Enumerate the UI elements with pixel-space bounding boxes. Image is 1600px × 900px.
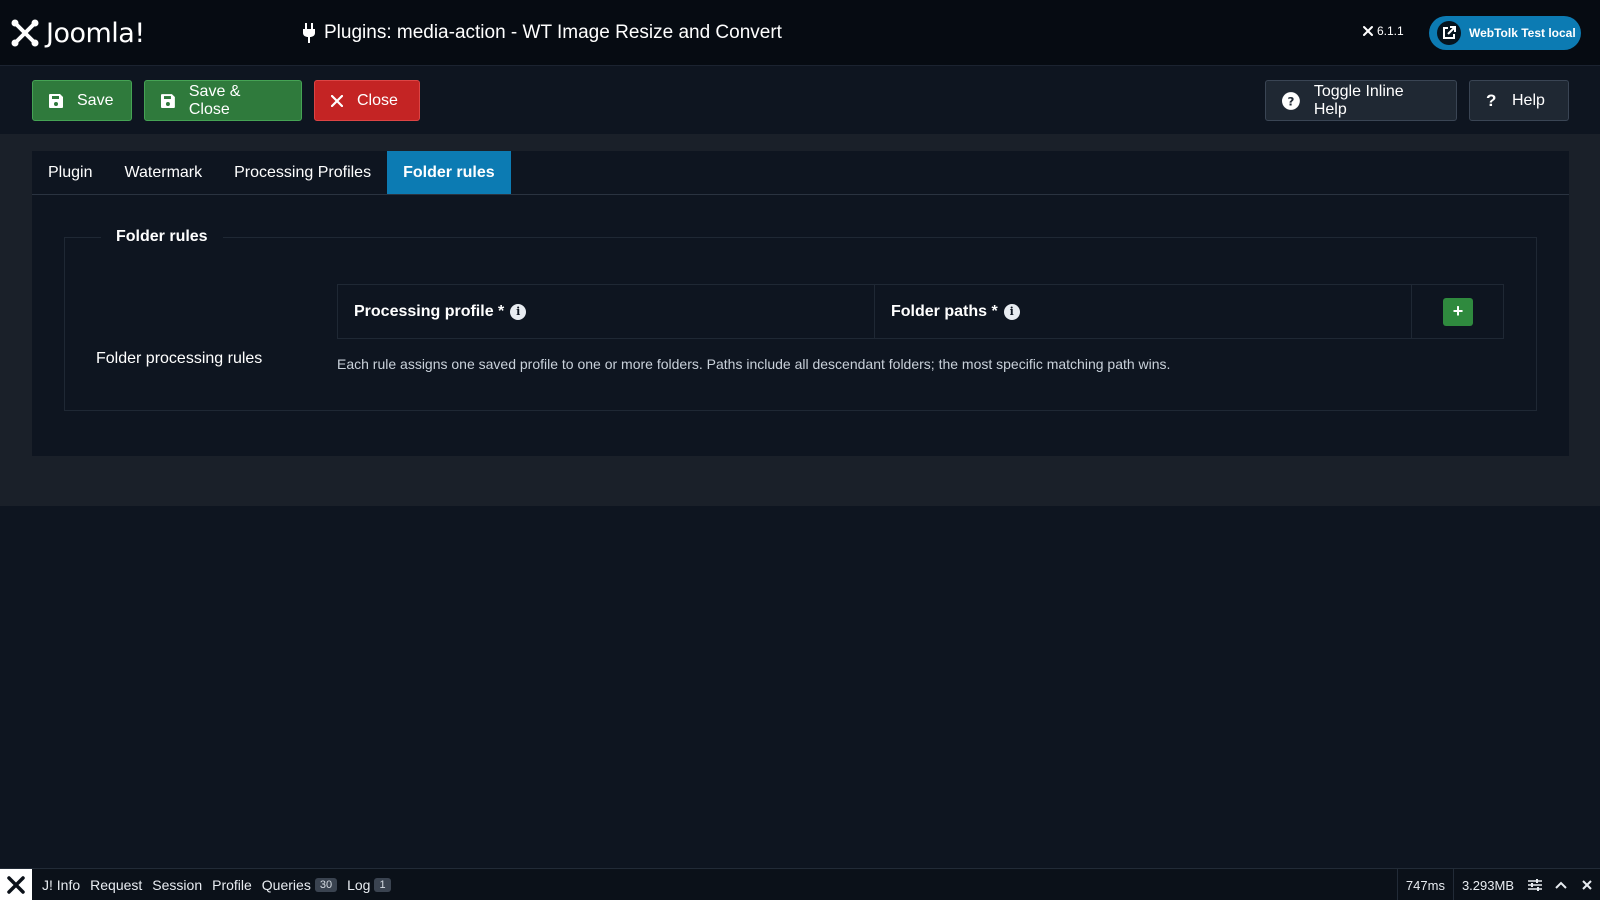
- debug-tab-label: Request: [90, 876, 143, 893]
- joomla-logo-icon: [11, 19, 39, 47]
- version-text: 6.1.1: [1377, 24, 1404, 38]
- tab-watermark[interactable]: Watermark: [108, 151, 218, 194]
- debug-tab-queries[interactable]: Queries 30: [261, 876, 338, 893]
- add-row-button[interactable]: +: [1443, 297, 1473, 326]
- folder-rules-hint: Each rule assigns one saved profile to o…: [337, 356, 1171, 372]
- joomla-small-icon: [1363, 26, 1373, 36]
- tab-plugin[interactable]: Plugin: [32, 151, 108, 194]
- folder-paths-header-text: Folder paths *: [891, 302, 998, 320]
- request-time: 747ms: [1396, 869, 1453, 900]
- floppy-icon: [49, 93, 63, 108]
- version-badge: 6.1.1: [1362, 24, 1404, 38]
- debug-tab-info[interactable]: J! Info: [42, 877, 80, 893]
- debug-tab-label: Queries: [261, 876, 311, 893]
- tab-processing-profiles[interactable]: Processing Profiles: [218, 151, 387, 194]
- question-icon: ?: [1486, 90, 1497, 110]
- page-title-text: Plugins: media-action - WT Image Resize …: [324, 22, 782, 43]
- page-title: Plugins: media-action - WT Image Resize …: [302, 20, 782, 46]
- debug-tab-label: Log: [347, 876, 371, 893]
- chevron-up-icon[interactable]: [1548, 869, 1574, 900]
- queries-count-badge: 30: [314, 877, 338, 892]
- debug-tab-profile[interactable]: Profile: [212, 877, 252, 893]
- column-header-actions: +: [1412, 285, 1503, 338]
- debug-tab-label: Session: [152, 876, 203, 893]
- sliders-icon[interactable]: [1522, 869, 1548, 900]
- debug-joomla-icon[interactable]: [0, 868, 32, 900]
- folder-rules-subform: Processing profile * i Folder paths * i …: [337, 284, 1504, 339]
- close-icon[interactable]: [1574, 869, 1600, 900]
- save-close-button[interactable]: Save & Close: [144, 80, 302, 121]
- external-link-icon: [1437, 21, 1461, 45]
- debug-bar-right: 747ms 3.293MB: [1396, 869, 1600, 900]
- help-label: Help: [1512, 91, 1545, 109]
- fieldset-legend: Folder rules: [101, 228, 223, 246]
- memory-usage: 3.293MB: [1452, 869, 1522, 900]
- inline-help-label: Toggle Inline Help: [1313, 82, 1404, 118]
- info-icon[interactable]: i: [1003, 303, 1020, 320]
- tab-bar: Plugin Watermark Processing Profiles Fol…: [32, 151, 1569, 195]
- folder-processing-rules-label: Folder processing rules: [96, 350, 263, 367]
- site-button-label: WebTolk Test local: [1469, 26, 1576, 40]
- options-card: Plugin Watermark Processing Profiles Fol…: [32, 151, 1569, 456]
- debug-bar: J! Info Request Session Profile Queries …: [0, 868, 1600, 900]
- site-preview-button[interactable]: WebTolk Test local: [1429, 16, 1581, 50]
- close-button[interactable]: Close: [314, 80, 420, 121]
- column-header-folder-paths: Folder paths * i: [875, 285, 1412, 338]
- save-close-button-label: Save & Close: [188, 82, 241, 118]
- debug-tab-label: Profile: [212, 876, 252, 893]
- question-circle-icon: ?: [1282, 91, 1300, 110]
- tab-folder-rules[interactable]: Folder rules: [387, 151, 511, 194]
- close-button-label: Close: [357, 91, 398, 109]
- plug-icon: [303, 23, 315, 43]
- header: Joomla! Plugins: media-action - WT Image…: [0, 0, 1600, 66]
- column-header-processing-profile: Processing profile * i: [338, 285, 875, 338]
- info-icon[interactable]: i: [510, 303, 527, 320]
- logo-text: Joomla!: [46, 17, 145, 49]
- toggle-inline-help-button[interactable]: ? Toggle Inline Help: [1265, 80, 1457, 121]
- save-button-label: Save: [77, 91, 114, 109]
- debug-tab-log[interactable]: Log 1: [347, 876, 391, 893]
- svg-text:?: ?: [1287, 94, 1294, 108]
- log-count-badge: 1: [374, 877, 391, 892]
- debug-tab-label: J! Info: [42, 876, 81, 893]
- debug-tab-request[interactable]: Request: [90, 877, 142, 893]
- floppy-icon: [161, 93, 175, 108]
- close-icon: [331, 94, 343, 107]
- save-button[interactable]: Save: [32, 80, 132, 121]
- toolbar: Save Save & Close Close ? Toggle Inline …: [0, 66, 1600, 134]
- joomla-logo[interactable]: Joomla!: [10, 16, 145, 50]
- debug-tab-session[interactable]: Session: [152, 877, 202, 893]
- plus-icon: +: [1452, 301, 1464, 321]
- processing-profile-header-text: Processing profile *: [354, 302, 505, 320]
- help-button[interactable]: ? Help: [1469, 80, 1569, 121]
